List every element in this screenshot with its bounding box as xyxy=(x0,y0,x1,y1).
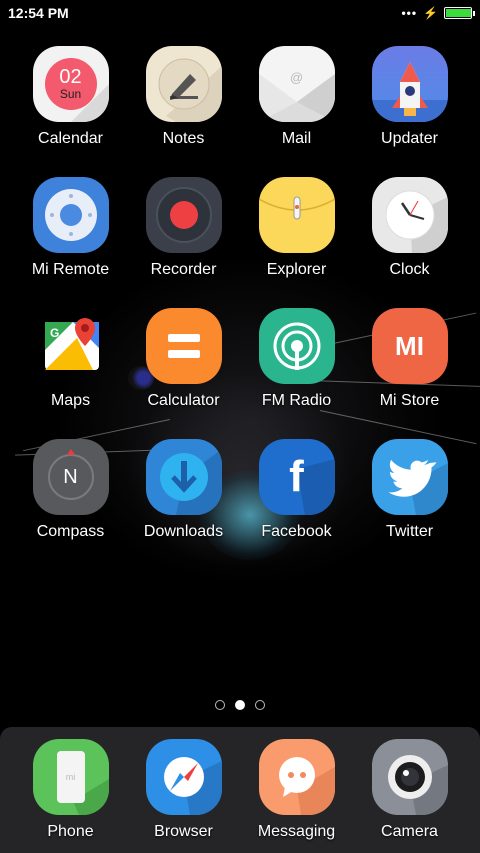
phone-mi-mark: mi xyxy=(65,772,76,782)
app-label: Downloads xyxy=(143,523,224,540)
status-time: 12:54 PM xyxy=(8,5,69,21)
calendar-day-name: Sun xyxy=(59,87,82,101)
app-compass[interactable]: N Compass xyxy=(14,439,127,541)
status-bar: 12:54 PM ••• ⚡ xyxy=(0,0,480,26)
rocket-icon xyxy=(371,46,448,122)
page-dot-3[interactable] xyxy=(255,700,265,710)
svg-text:G: G xyxy=(50,326,59,340)
app-label: Mi Store xyxy=(379,392,440,409)
radio-icon xyxy=(258,308,335,384)
app-label: Updater xyxy=(381,130,438,147)
app-notes[interactable]: Notes xyxy=(127,46,240,148)
page-dot-1[interactable] xyxy=(215,700,225,710)
facebook-icon: f xyxy=(258,439,335,515)
mail-icon: @ xyxy=(258,46,335,122)
battery-icon xyxy=(444,7,475,19)
page-indicator[interactable] xyxy=(0,700,480,710)
app-fm-radio[interactable]: FM Radio xyxy=(240,308,353,410)
dock-app-messaging[interactable]: Messaging xyxy=(240,739,353,841)
page-dot-2[interactable] xyxy=(235,700,245,710)
calendar-day-number: 02 xyxy=(59,66,82,88)
app-label: Phone xyxy=(47,823,94,840)
dock-app-phone[interactable]: mi Phone xyxy=(14,739,127,841)
downloads-icon xyxy=(145,439,222,515)
app-calendar[interactable]: 02 Sun Calendar xyxy=(14,46,127,148)
messaging-icon xyxy=(258,739,335,815)
app-label: Compass xyxy=(36,523,105,540)
app-label: Notes xyxy=(162,130,205,147)
app-label: Mi Remote xyxy=(31,261,110,278)
battery-fill xyxy=(446,9,471,17)
calculator-icon xyxy=(145,308,222,384)
app-label: Clock xyxy=(389,261,430,278)
browser-icon xyxy=(145,739,222,815)
dock: mi Phone Browser Messaging Camera xyxy=(0,727,480,853)
compass-north-label: N xyxy=(63,465,78,488)
app-label: Calculator xyxy=(147,392,220,409)
phone-icon: mi xyxy=(32,739,109,815)
app-clock[interactable]: Clock xyxy=(353,177,466,279)
app-label: Explorer xyxy=(266,261,327,278)
app-label: Recorder xyxy=(150,261,217,278)
app-twitter[interactable]: Twitter xyxy=(353,439,466,541)
app-label: Mail xyxy=(281,130,312,147)
app-label: FM Radio xyxy=(261,392,332,409)
charging-icon: ⚡ xyxy=(423,6,438,20)
app-label: Facebook xyxy=(261,523,332,540)
mail-at-symbol: @ xyxy=(289,70,304,85)
app-calculator[interactable]: Calculator xyxy=(127,308,240,410)
app-label: Camera xyxy=(381,823,438,840)
app-explorer[interactable]: Explorer xyxy=(240,177,353,279)
notes-icon xyxy=(145,46,222,122)
mi-logo: MI xyxy=(395,330,424,361)
app-mail[interactable]: @ Mail xyxy=(240,46,353,148)
app-downloads[interactable]: Downloads xyxy=(127,439,240,541)
compass-icon: N xyxy=(32,439,109,515)
calendar-icon: 02 Sun xyxy=(32,46,109,122)
app-label: Maps xyxy=(50,392,91,409)
app-mi-store[interactable]: MI Mi Store xyxy=(353,308,466,410)
app-facebook[interactable]: f Facebook xyxy=(240,439,353,541)
app-label: Messaging xyxy=(257,823,336,840)
mi-store-icon: MI xyxy=(371,308,448,384)
dock-app-camera[interactable]: Camera xyxy=(353,739,466,841)
recorder-icon xyxy=(145,177,222,253)
maps-icon: G xyxy=(33,308,109,384)
app-label: Browser xyxy=(154,823,213,840)
camera-icon xyxy=(371,739,448,815)
remote-icon xyxy=(32,177,109,253)
app-updater[interactable]: Updater xyxy=(353,46,466,148)
dock-app-browser[interactable]: Browser xyxy=(127,739,240,841)
app-recorder[interactable]: Recorder xyxy=(127,177,240,279)
app-label: Calendar xyxy=(38,130,103,147)
signal-dots: ••• xyxy=(401,6,418,20)
app-maps[interactable]: G Maps xyxy=(14,308,127,410)
app-label: Twitter xyxy=(385,523,434,540)
twitter-icon xyxy=(371,439,448,515)
app-mi-remote[interactable]: Mi Remote xyxy=(14,177,127,279)
explorer-icon xyxy=(258,177,335,253)
clock-icon xyxy=(371,177,448,253)
facebook-logo: f xyxy=(289,452,304,501)
